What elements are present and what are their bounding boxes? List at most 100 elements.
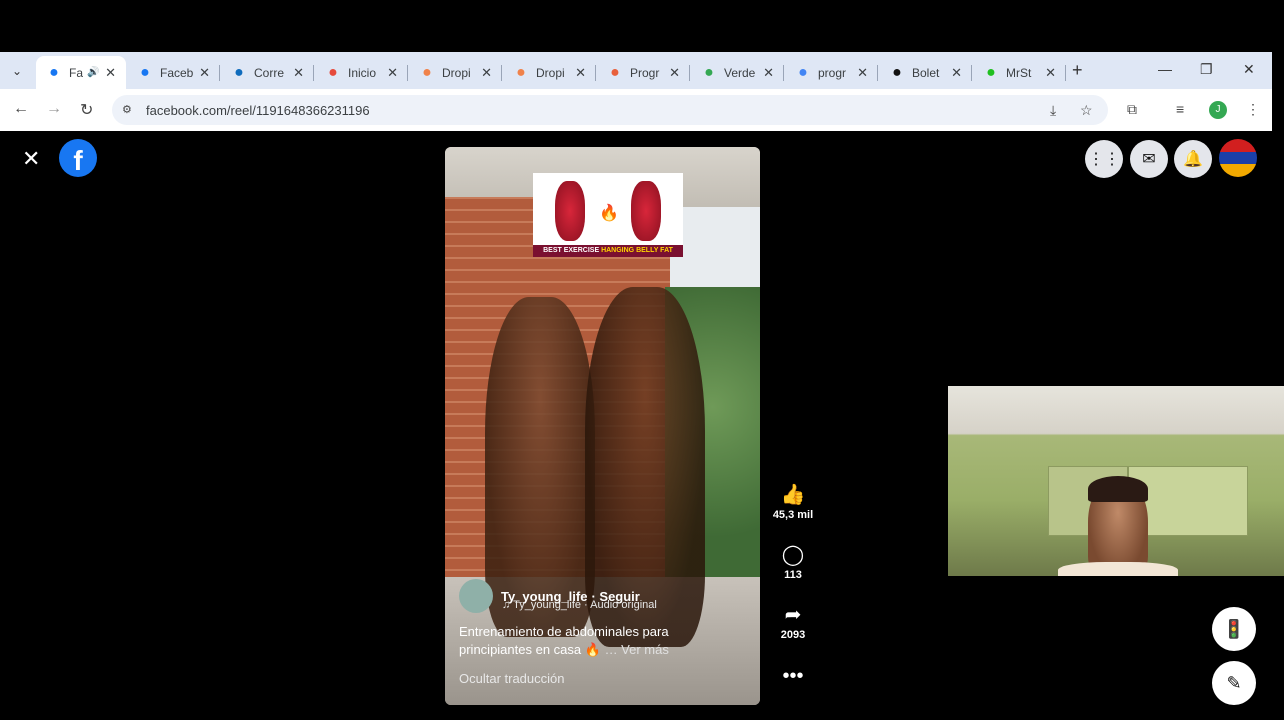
dropi-icon: ● — [516, 63, 526, 81]
tab-title: Dropi — [442, 65, 471, 80]
facebook-logo-icon[interactable]: f — [59, 139, 97, 177]
tab-7[interactable]: ● Verde ✕ — [691, 56, 784, 89]
dropi-icon: ● — [422, 63, 432, 81]
tab-8[interactable]: ● progr ✕ — [785, 56, 878, 89]
tab-title: MrSt — [1006, 65, 1032, 80]
bookmark-star-icon[interactable]: ☆ — [1080, 102, 1093, 119]
extensions-icon[interactable]: ⧉ — [1127, 101, 1137, 118]
tab-1[interactable]: ● Faceb ✕ — [127, 56, 220, 89]
media-control-icon[interactable]: ≡ — [1176, 101, 1184, 117]
reel-video[interactable]: 🔥 BEST EXERCISE HANGING BELLY FAT Ty_you… — [445, 147, 760, 705]
tab-close-icon[interactable]: ✕ — [575, 65, 586, 81]
comment-count: 113 — [784, 569, 802, 581]
close-icon[interactable]: ✕ — [22, 148, 44, 170]
comment-bubble-icon: ◯ — [781, 544, 805, 566]
belly-fat-figure-before — [555, 181, 585, 241]
tab-strip: ⌄ ● Fa 🔊 ✕ ● Faceb ✕ ● Corre ✕ ● Inicio ✕ ● Dropi ✕ ● Dro… — [0, 52, 1272, 89]
see-more-link[interactable]: 🔥 … Ver más — [585, 642, 669, 657]
tab-separator — [1065, 65, 1066, 81]
owner-avatar[interactable] — [459, 579, 493, 613]
share-button[interactable]: ➦ 2093 — [766, 603, 820, 641]
tab-close-icon[interactable]: ✕ — [1045, 65, 1056, 81]
tab-separator — [783, 65, 784, 81]
hide-translation-link[interactable]: Ocultar traducción — [459, 671, 565, 686]
tab-title: Inicio — [348, 65, 377, 80]
red-swirl-icon: ● — [328, 63, 338, 81]
belly-fat-figure-after — [631, 181, 661, 241]
google-icon: ● — [798, 63, 808, 81]
install-app-icon[interactable]: ⤓ — [1050, 102, 1056, 119]
address-bar[interactable]: ⚙ facebook.com/reel/1191648366231196 ⤓ ☆ — [112, 95, 1108, 125]
tab-separator — [501, 65, 502, 81]
tab-0[interactable]: ● Fa 🔊 ✕ — [36, 56, 126, 89]
like-button[interactable]: 👍 45,3 mil — [766, 483, 820, 521]
tab-title: progr — [818, 65, 847, 80]
tab-separator — [971, 65, 972, 81]
tab-close-icon[interactable]: ✕ — [105, 65, 116, 81]
new-message-edit-icon[interactable]: ✎ — [1212, 661, 1256, 705]
facebook-icon: ● — [140, 63, 150, 81]
tab-separator — [877, 65, 878, 81]
tab-3[interactable]: ● Inicio ✕ — [315, 56, 408, 89]
tab-close-icon[interactable]: ✕ — [763, 65, 774, 81]
tab-5[interactable]: ● Dropi ✕ — [503, 56, 596, 89]
tab-close-icon[interactable]: ✕ — [857, 65, 868, 81]
tab-9[interactable]: ● Bolet ✕ — [879, 56, 972, 89]
profile-avatar[interactable]: J — [1209, 101, 1227, 119]
t-icon: ● — [892, 63, 902, 81]
traffic-light-app-icon[interactable]: 🚦 — [1212, 607, 1256, 651]
tab-close-icon[interactable]: ✕ — [481, 65, 492, 81]
tab-10[interactable]: ● MrSt ✕ — [973, 56, 1066, 89]
exercise-graphic-caption: BEST EXERCISE HANGING BELLY FAT — [533, 245, 683, 257]
menu-kebab-icon[interactable]: ⋮ — [1246, 101, 1260, 118]
tab-close-icon[interactable]: ✕ — [951, 65, 962, 81]
tab-audio-icon[interactable]: 🔊 — [87, 67, 99, 78]
tab-title: Faceb — [160, 65, 194, 80]
tab-title: Fa — [69, 65, 83, 80]
tab-separator — [689, 65, 690, 81]
audio-label[interactable]: ♫ Ty_young_life · Audio original — [502, 599, 657, 611]
thumbs-up-icon: 👍 — [780, 484, 806, 506]
tab-title: Dropi — [536, 65, 565, 80]
tab-title: Bolet — [912, 65, 940, 80]
tab-close-icon[interactable]: ✕ — [669, 65, 680, 81]
share-arrow-icon: ➦ — [784, 604, 802, 626]
window-close-icon[interactable]: ✕ — [1243, 61, 1255, 78]
more-dots-icon: ••• — [782, 665, 804, 687]
like-count: 45,3 mil — [772, 509, 814, 521]
new-tab-button[interactable]: + — [1072, 60, 1083, 81]
notifications-bell-icon[interactable]: 🔔 — [1174, 140, 1212, 178]
tab-close-icon[interactable]: ✕ — [199, 65, 210, 81]
reload-icon[interactable]: ↻ — [80, 100, 93, 120]
more-options-button[interactable]: ••• — [766, 664, 820, 688]
tab-search-dropdown-icon[interactable]: ⌄ — [8, 62, 26, 80]
tab-title: Verde — [724, 65, 756, 80]
forward-icon[interactable]: → — [46, 100, 62, 118]
webcam-overlay — [948, 386, 1284, 576]
tab-6[interactable]: ● Progr ✕ — [597, 56, 690, 89]
comment-button[interactable]: ◯ 113 — [766, 543, 820, 581]
webcam-person-hair — [1088, 476, 1148, 502]
site-info-icon[interactable]: ⚙ — [122, 103, 136, 117]
back-icon[interactable]: ← — [13, 100, 29, 118]
tab-4[interactable]: ● Dropi ✕ — [409, 56, 502, 89]
minimize-icon[interactable]: — — [1158, 61, 1172, 77]
messenger-icon[interactable]: ✉ — [1130, 140, 1168, 178]
account-avatar[interactable] — [1219, 139, 1257, 177]
video-sky — [670, 207, 760, 297]
menu-grid-icon[interactable]: ⋮⋮ — [1085, 140, 1123, 178]
restore-icon[interactable]: ❐ — [1200, 61, 1213, 78]
chat-icon: ● — [610, 63, 620, 81]
share-count: 2093 — [780, 629, 806, 641]
tab-close-icon[interactable]: ✕ — [293, 65, 304, 81]
tab-separator — [219, 65, 220, 81]
facebook-icon: ● — [49, 63, 59, 81]
tab-2[interactable]: ● Corre ✕ — [221, 56, 314, 89]
tab-close-icon[interactable]: ✕ — [387, 65, 398, 81]
tab-title: Corre — [254, 65, 285, 80]
url-text: facebook.com/reel/1191648366231196 — [146, 103, 370, 118]
k-icon: ● — [986, 63, 996, 81]
flame-icon: 🔥 — [599, 205, 619, 222]
tab-separator — [407, 65, 408, 81]
toolbar: ← → ↻ ⚙ facebook.com/reel/11916483662311… — [0, 89, 1272, 131]
